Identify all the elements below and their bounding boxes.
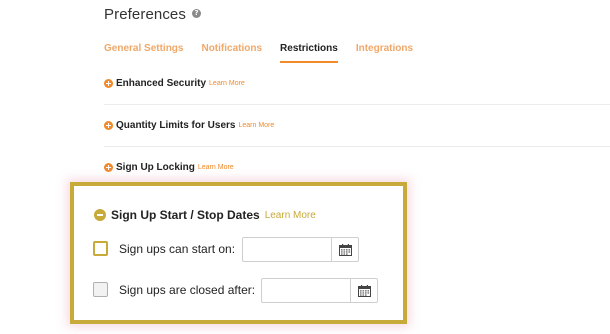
title-row: Preferences ? — [104, 6, 201, 23]
section-divider — [104, 146, 610, 147]
preferences-page: Preferences ? General Settings Notificat… — [0, 0, 610, 334]
section-enhanced-security[interactable]: Enhanced Security Learn More — [104, 78, 245, 89]
learn-more-link[interactable]: Learn More — [209, 80, 245, 87]
sign-up-dates-panel: Sign Up Start / Stop Dates Learn More Si… — [70, 182, 407, 324]
section-divider — [104, 104, 610, 105]
start-date-field — [242, 237, 359, 262]
start-date-checkbox[interactable] — [93, 241, 108, 256]
learn-more-link[interactable]: Learn More — [198, 164, 234, 171]
calendar-icon[interactable] — [350, 279, 377, 302]
start-date-label: Sign ups can start on: — [119, 241, 236, 256]
plus-circle-icon[interactable] — [104, 121, 113, 130]
page-title: Preferences — [104, 6, 186, 23]
sign-up-dates-header[interactable]: Sign Up Start / Stop Dates Learn More — [94, 208, 316, 222]
close-date-label: Sign ups are closed after: — [119, 282, 256, 297]
learn-more-link[interactable]: Learn More — [265, 210, 316, 221]
calendar-icon[interactable] — [331, 238, 358, 261]
question-circle-icon[interactable]: ? — [191, 8, 201, 18]
plus-circle-icon[interactable] — [104, 163, 113, 172]
close-date-field — [261, 278, 378, 303]
section-label: Quantity Limits for Users — [116, 120, 236, 131]
tab-restrictions[interactable]: Restrictions — [280, 43, 338, 63]
minus-circle-icon[interactable] — [94, 209, 106, 221]
section-quantity-limits[interactable]: Quantity Limits for Users Learn More — [104, 120, 274, 131]
close-date-input[interactable] — [262, 279, 350, 302]
section-sign-up-locking[interactable]: Sign Up Locking Learn More — [104, 162, 234, 173]
tab-bar: General Settings Notifications Restricti… — [104, 43, 431, 63]
close-date-checkbox[interactable] — [93, 282, 108, 297]
tab-integrations[interactable]: Integrations — [356, 43, 413, 63]
start-date-input[interactable] — [243, 238, 331, 261]
section-label: Enhanced Security — [116, 78, 207, 89]
plus-circle-icon[interactable] — [104, 79, 113, 88]
start-date-row: Sign ups can start on: — [93, 241, 235, 256]
sign-up-dates-title: Sign Up Start / Stop Dates — [111, 208, 260, 222]
tab-notifications[interactable]: Notifications — [201, 43, 262, 63]
section-label: Sign Up Locking — [116, 162, 195, 173]
close-date-row: Sign ups are closed after: — [93, 282, 255, 297]
tab-general-settings[interactable]: General Settings — [104, 43, 183, 63]
learn-more-link[interactable]: Learn More — [238, 122, 274, 129]
